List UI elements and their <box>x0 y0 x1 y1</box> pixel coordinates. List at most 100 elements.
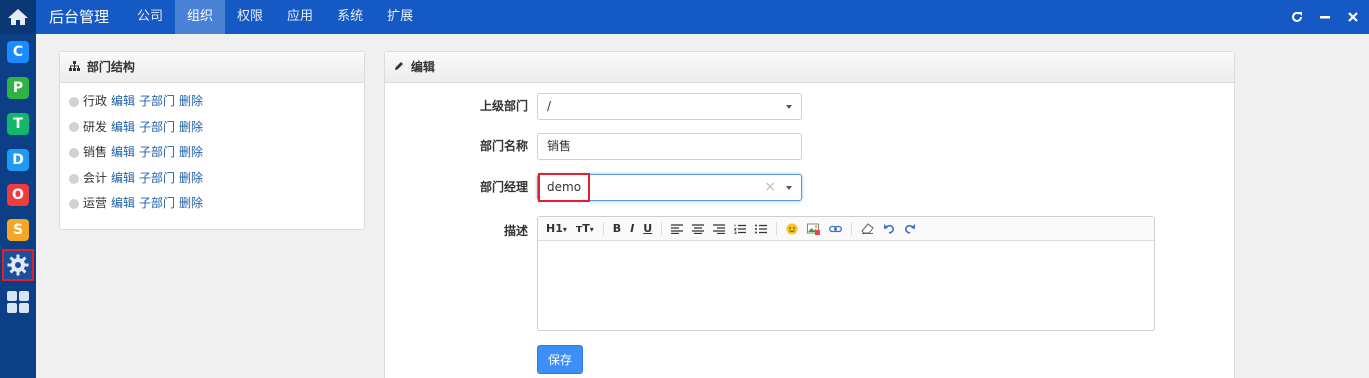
manager-row: 部门经理 demo × <box>385 173 1236 202</box>
grid-icon[interactable] <box>7 291 29 313</box>
app-sidebar: C P T D O S <box>0 0 36 378</box>
emoticon-icon[interactable] <box>786 223 798 235</box>
italic-button[interactable]: I <box>630 222 634 235</box>
redo-icon[interactable] <box>904 223 916 234</box>
tree-item: 研发 编辑 子部门 删除 <box>69 115 364 141</box>
rich-text-editor: H1▾ тT▾ B I U <box>537 216 1155 331</box>
app-p-icon[interactable]: P <box>7 77 29 99</box>
dept-tree: 行政 编辑 子部门 删除 研发 编辑 子部门 删除 销售 编辑 子部门 删除 会计 编辑 子部门 删除 … <box>60 83 364 217</box>
edit-panel-header: 编辑 <box>385 52 1234 83</box>
toolbar-divider <box>661 222 663 235</box>
selection-highlight <box>538 173 590 202</box>
node-dot-icon[interactable] <box>69 173 79 184</box>
parent-dept-row: 上级部门 / <box>385 93 1236 120</box>
delete-link[interactable]: 删除 <box>179 115 203 141</box>
parent-dept-label: 上级部门 <box>479 99 528 113</box>
dept-structure-panel: 部门结构 行政 编辑 子部门 删除 研发 编辑 子部门 删除 销售 编辑 子部门 删除 会计 编辑子… <box>59 51 365 230</box>
delete-link[interactable]: 删除 <box>179 89 203 115</box>
delete-link[interactable]: 删除 <box>179 166 203 192</box>
description-label: 描述 <box>503 224 528 238</box>
clear-icon[interactable]: × <box>764 175 776 200</box>
image-icon[interactable] <box>807 223 821 235</box>
delete-link[interactable]: 删除 <box>179 191 203 217</box>
pencil-icon <box>394 61 408 74</box>
tree-item: 运营 编辑 子部门 删除 <box>69 191 364 217</box>
editor-toolbar: H1▾ тT▾ B I U <box>538 217 1154 241</box>
editor-content[interactable] <box>538 241 1154 331</box>
dept-name-row: 部门名称 销售 <box>385 133 1236 160</box>
home-button[interactable] <box>0 0 36 34</box>
node-dot-icon[interactable] <box>69 199 79 210</box>
unordered-list-icon[interactable] <box>755 224 768 234</box>
parent-dept-select[interactable]: / <box>537 93 802 120</box>
app-c-icon[interactable]: C <box>7 41 29 63</box>
app-d-icon[interactable]: D <box>7 149 29 171</box>
app-o-icon[interactable]: O <box>7 184 29 206</box>
subdept-link[interactable]: 子部门 <box>139 166 175 192</box>
dept-name[interactable]: 行政 <box>83 89 107 115</box>
nav-apps[interactable]: 应用 <box>275 0 325 34</box>
align-right-icon[interactable] <box>713 223 726 234</box>
link-icon[interactable] <box>829 225 843 233</box>
edit-link[interactable]: 编辑 <box>111 89 135 115</box>
edit-link[interactable]: 编辑 <box>111 191 135 217</box>
nav-permissions[interactable]: 权限 <box>225 0 275 34</box>
align-left-icon[interactable] <box>671 223 684 234</box>
align-center-icon[interactable] <box>692 223 705 234</box>
bold-button[interactable]: B <box>613 222 621 235</box>
settings-button[interactable] <box>2 249 34 281</box>
edit-panel-title: 编辑 <box>410 60 435 74</box>
gear-icon <box>7 254 29 276</box>
node-dot-icon[interactable] <box>69 122 79 133</box>
tree-item: 销售 编辑 子部门 删除 <box>69 140 364 166</box>
app-s-icon[interactable]: S <box>7 219 29 241</box>
manager-select[interactable]: demo × <box>537 173 802 202</box>
node-dot-icon[interactable] <box>69 147 79 158</box>
brand-title[interactable]: 后台管理 <box>49 0 109 34</box>
subdept-link[interactable]: 子部门 <box>139 140 175 166</box>
dept-name-input[interactable]: 销售 <box>537 133 802 160</box>
refresh-icon[interactable] <box>1291 11 1303 23</box>
nav-company[interactable]: 公司 <box>125 0 175 34</box>
dept-name[interactable]: 运营 <box>83 191 107 217</box>
ordered-list-icon[interactable] <box>734 224 747 234</box>
toolbar-divider <box>776 222 778 235</box>
node-dot-icon[interactable] <box>69 96 79 107</box>
nav-system[interactable]: 系统 <box>325 0 375 34</box>
toolbar-divider <box>602 222 604 235</box>
manager-label: 部门经理 <box>479 180 528 194</box>
minimize-icon[interactable] <box>1319 11 1331 23</box>
home-icon <box>8 9 28 25</box>
underline-button[interactable]: U <box>643 222 652 235</box>
edit-link[interactable]: 编辑 <box>111 166 135 192</box>
edit-link[interactable]: 编辑 <box>111 140 135 166</box>
app-t-icon[interactable]: T <box>7 113 29 135</box>
delete-link[interactable]: 删除 <box>179 140 203 166</box>
nav-extensions[interactable]: 扩展 <box>375 0 425 34</box>
eraser-icon[interactable] <box>861 223 874 234</box>
save-button[interactable]: 保存 <box>537 345 583 374</box>
tree-item: 会计 编辑 子部门 删除 <box>69 166 364 192</box>
dept-name-label: 部门名称 <box>479 139 528 153</box>
close-icon[interactable] <box>1347 11 1359 23</box>
subdept-link[interactable]: 子部门 <box>139 191 175 217</box>
nav-organization[interactable]: 组织 <box>175 0 226 34</box>
main-nav: 公司 组织 权限 应用 系统 扩展 <box>125 0 425 34</box>
subdept-link[interactable]: 子部门 <box>139 115 175 141</box>
sitemap-icon <box>69 61 84 74</box>
toolbar-divider <box>851 222 853 235</box>
undo-icon[interactable] <box>883 223 895 234</box>
chevron-down-icon <box>786 105 792 109</box>
dept-name[interactable]: 研发 <box>83 115 107 141</box>
dept-structure-title: 部门结构 <box>86 60 135 74</box>
dept-structure-header: 部门结构 <box>60 52 364 83</box>
dept-name[interactable]: 销售 <box>83 140 107 166</box>
tree-item: 行政 编辑 子部门 删除 <box>69 89 364 115</box>
subdept-link[interactable]: 子部门 <box>139 89 175 115</box>
font-size-button[interactable]: тT▾ <box>576 222 594 235</box>
edit-link[interactable]: 编辑 <box>111 115 135 141</box>
dept-name[interactable]: 会计 <box>83 166 107 192</box>
heading-button[interactable]: H1▾ <box>546 222 567 235</box>
chevron-down-icon[interactable] <box>786 186 792 190</box>
window-controls <box>1291 0 1359 34</box>
